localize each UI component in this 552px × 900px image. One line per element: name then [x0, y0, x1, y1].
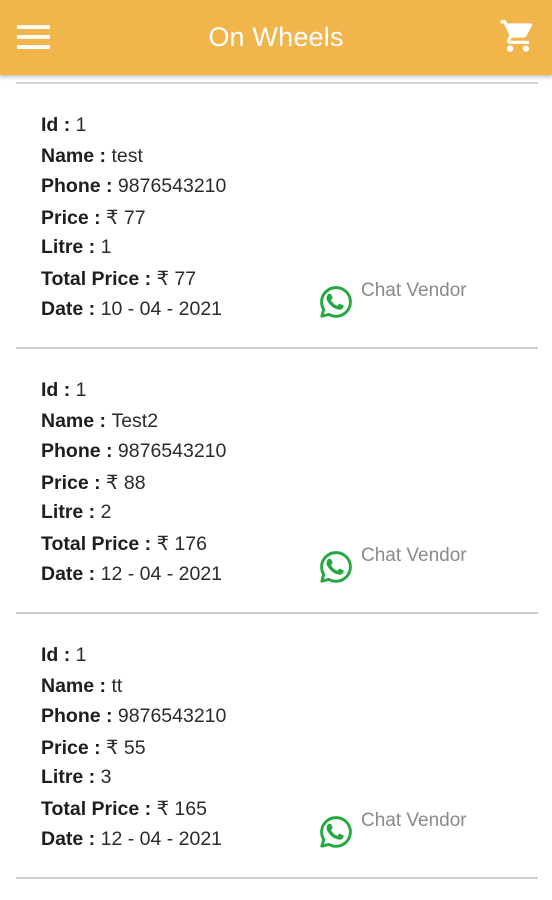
phone-value: 9876543210 [117, 705, 227, 727]
total-price-label: Total Price : [41, 533, 157, 555]
date-value: 12 - 04 - 2021 [100, 828, 223, 850]
order-price-row: Price : ₹ 77 [41, 206, 146, 230]
order-date-row: Date : 12 - 04 - 2021 [41, 563, 222, 586]
order-phone-row: Phone : 9876543210 [41, 440, 226, 463]
total-price-value: ₹ 165 [156, 798, 207, 820]
whatsapp-icon [320, 551, 352, 583]
chat-vendor-label: Chat Vendor [361, 280, 467, 301]
order-card: Id : 1 Name : tt Phone : 9876543210 Pric… [16, 614, 538, 879]
total-price-label: Total Price : [41, 798, 157, 820]
id-label: Id : [41, 114, 76, 136]
id-value: 1 [75, 114, 87, 136]
litre-value: 1 [100, 236, 112, 258]
phone-label: Phone : [41, 175, 118, 197]
price-value: ₹ 77 [106, 207, 146, 229]
order-name-row: Name : test [41, 145, 143, 168]
price-label: Price : [41, 207, 107, 229]
date-label: Date : [41, 563, 101, 585]
chat-vendor-button[interactable]: Chat Vendor [318, 545, 467, 585]
order-price-row: Price : ₹ 88 [41, 471, 146, 495]
id-value: 1 [75, 644, 87, 666]
app-bar: On Wheels [0, 0, 552, 75]
phone-label: Phone : [41, 440, 118, 462]
order-date-row: Date : 10 - 04 - 2021 [41, 298, 222, 321]
phone-value: 9876543210 [117, 175, 227, 197]
order-id-row: Id : 1 [41, 114, 87, 137]
name-label: Name : [41, 675, 112, 697]
phone-value: 9876543210 [117, 440, 227, 462]
app-title: On Wheels [208, 22, 344, 52]
price-label: Price : [41, 472, 107, 494]
order-litre-row: Litre : 2 [41, 501, 111, 524]
total-price-value: ₹ 77 [156, 268, 197, 290]
order-id-row: Id : 1 [41, 379, 87, 402]
date-value: 12 - 04 - 2021 [100, 563, 223, 585]
order-litre-row: Litre : 3 [41, 766, 111, 789]
date-label: Date : [41, 828, 101, 850]
chat-vendor-button[interactable]: Chat Vendor [318, 280, 467, 320]
order-id-row: Id : 1 [41, 644, 87, 667]
order-total-row: Total Price : ₹ 77 [41, 267, 196, 291]
total-price-label: Total Price : [41, 268, 157, 290]
total-price-value: ₹ 176 [156, 533, 207, 555]
order-total-row: Total Price : ₹ 165 [41, 797, 207, 821]
litre-label: Litre : [41, 501, 101, 523]
order-litre-row: Litre : 1 [41, 236, 111, 259]
chat-vendor-button[interactable]: Chat Vendor [318, 810, 467, 850]
date-value: 10 - 04 - 2021 [100, 298, 223, 320]
date-label: Date : [41, 298, 101, 320]
id-label: Id : [41, 379, 76, 401]
litre-value: 3 [100, 766, 112, 788]
order-price-row: Price : ₹ 55 [41, 736, 146, 760]
litre-label: Litre : [41, 766, 101, 788]
order-card: Id : 1 Name : test Phone : 9876543210 Pr… [16, 84, 538, 349]
whatsapp-icon [320, 286, 352, 318]
chat-vendor-label: Chat Vendor [361, 545, 467, 566]
order-name-row: Name : Test2 [41, 410, 158, 433]
menu-icon[interactable] [17, 25, 50, 49]
whatsapp-icon [320, 816, 352, 848]
id-value: 1 [75, 379, 87, 401]
cart-icon[interactable] [499, 17, 537, 55]
price-value: ₹ 88 [106, 472, 146, 494]
name-value: tt [111, 675, 123, 697]
order-card: Id : 1 Name : Test2 Phone : 9876543210 P… [16, 349, 538, 614]
order-phone-row: Phone : 9876543210 [41, 705, 226, 728]
order-total-row: Total Price : ₹ 176 [41, 532, 207, 556]
price-label: Price : [41, 737, 107, 759]
name-label: Name : [41, 145, 112, 167]
name-value: test [111, 145, 143, 167]
price-value: ₹ 55 [106, 737, 146, 759]
order-phone-row: Phone : 9876543210 [41, 175, 226, 198]
id-label: Id : [41, 644, 76, 666]
name-label: Name : [41, 410, 112, 432]
order-name-row: Name : tt [41, 675, 122, 698]
litre-value: 2 [100, 501, 112, 523]
name-value: Test2 [111, 410, 159, 432]
phone-label: Phone : [41, 705, 118, 727]
litre-label: Litre : [41, 236, 101, 258]
order-date-row: Date : 12 - 04 - 2021 [41, 828, 222, 851]
chat-vendor-label: Chat Vendor [361, 810, 467, 831]
